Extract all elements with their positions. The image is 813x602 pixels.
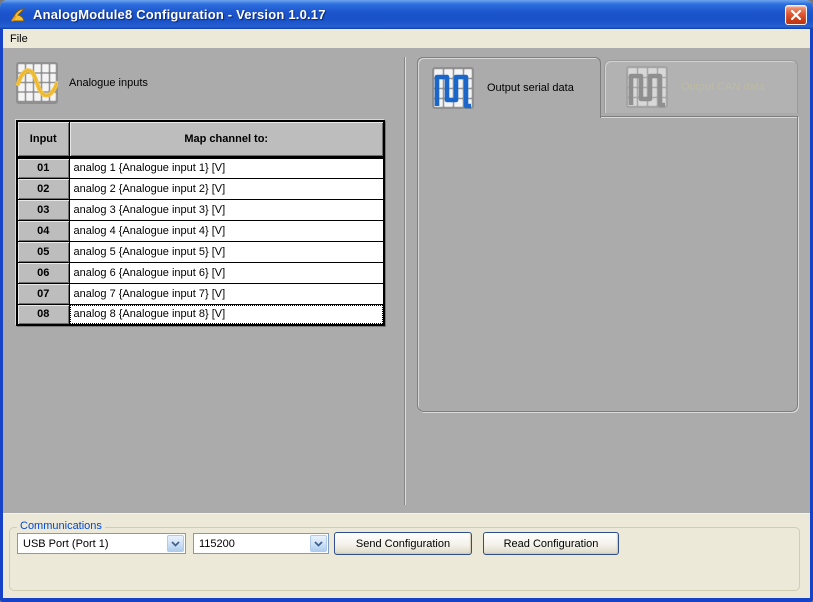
tab-label-can: Output CAN data: [681, 81, 765, 93]
input-number: 02: [17, 178, 69, 199]
window-title: AnalogModule8 Configuration - Version 1.…: [33, 7, 785, 22]
analog-inputs-title: Analogue inputs: [69, 77, 148, 89]
map-channel-cell[interactable]: analog 3 {Analogue input 3} [V]: [69, 199, 384, 220]
read-configuration-button[interactable]: Read Configuration: [483, 532, 619, 555]
input-number: 03: [17, 199, 69, 220]
map-channel-cell[interactable]: analog 7 {Analogue input 7} [V]: [69, 283, 384, 304]
chevron-down-icon: [314, 541, 323, 547]
baud-rate-select[interactable]: 115200: [193, 533, 329, 554]
can-data-icon: [626, 66, 668, 108]
client-area: Analogue inputs Input Map channel to: 01…: [3, 48, 810, 513]
app-icon: [8, 5, 28, 25]
map-channel-cell[interactable]: analog 5 {Analogue input 5} [V]: [69, 241, 384, 262]
title-bar: AnalogModule8 Configuration - Version 1.…: [0, 0, 813, 29]
analog-inputs-header: Analogue inputs: [16, 62, 148, 104]
input-number: 06: [17, 262, 69, 283]
menu-bar: File: [0, 29, 813, 48]
communications-label: Communications: [17, 520, 105, 532]
communications-groupbox: Communications USB Port (Port 1) 115200 …: [9, 527, 800, 591]
serial-data-tab-pane: [417, 116, 798, 412]
map-channel-cell[interactable]: analog 6 {Analogue input 6} [V]: [69, 262, 384, 283]
table-row: 02analog 2 {Analogue input 2} [V]: [17, 178, 384, 199]
port-select-value: USB Port (Port 1): [18, 538, 167, 550]
column-header-map-channel: Map channel to:: [69, 121, 384, 157]
table-row: 08analog 8 {Analogue input 8} [V]: [17, 304, 384, 325]
close-button[interactable]: [785, 5, 807, 25]
map-channel-cell[interactable]: analog 2 {Analogue input 2} [V]: [69, 178, 384, 199]
tab-output-can-data[interactable]: Output CAN data: [604, 60, 798, 113]
menu-file[interactable]: File: [3, 31, 35, 47]
panel-divider: [404, 57, 406, 505]
window-frame-bottom: [0, 598, 813, 602]
map-channel-cell[interactable]: analog 4 {Analogue input 4} [V]: [69, 220, 384, 241]
input-number: 04: [17, 220, 69, 241]
tab-output-serial-data[interactable]: Output serial data: [417, 57, 601, 118]
table-row: 01analog 1 {Analogue input 1} [V]: [17, 157, 384, 178]
send-configuration-button[interactable]: Send Configuration: [334, 532, 472, 555]
table-row: 04analog 4 {Analogue input 4} [V]: [17, 220, 384, 241]
map-channel-cell[interactable]: analog 1 {Analogue input 1} [V]: [69, 157, 384, 178]
tab-label-serial: Output serial data: [487, 82, 574, 94]
column-header-input: Input: [17, 121, 69, 157]
map-channel-cell-focused[interactable]: analog 8 {Analogue input 8} [V]: [69, 304, 384, 325]
analog-inputs-table: Input Map channel to: 01analog 1 {Analog…: [16, 120, 385, 326]
close-icon: [790, 9, 802, 21]
input-number: 07: [17, 283, 69, 304]
serial-data-icon: [432, 67, 474, 109]
table-row: 03analog 3 {Analogue input 3} [V]: [17, 199, 384, 220]
port-dropdown-button[interactable]: [167, 535, 184, 552]
analog-grid-icon: [16, 62, 58, 104]
input-number: 01: [17, 157, 69, 178]
window-frame-left: [0, 48, 3, 602]
table-row: 07analog 7 {Analogue input 7} [V]: [17, 283, 384, 304]
baud-rate-value: 115200: [194, 538, 310, 550]
chevron-down-icon: [171, 541, 180, 547]
communications-panel: Communications USB Port (Port 1) 115200 …: [3, 513, 810, 598]
port-select[interactable]: USB Port (Port 1): [17, 533, 186, 554]
table-row: 06analog 6 {Analogue input 6} [V]: [17, 262, 384, 283]
input-number: 05: [17, 241, 69, 262]
baud-dropdown-button[interactable]: [310, 535, 327, 552]
table-row: 05analog 5 {Analogue input 5} [V]: [17, 241, 384, 262]
app-window: AnalogModule8 Configuration - Version 1.…: [0, 0, 813, 602]
input-number: 08: [17, 304, 69, 325]
